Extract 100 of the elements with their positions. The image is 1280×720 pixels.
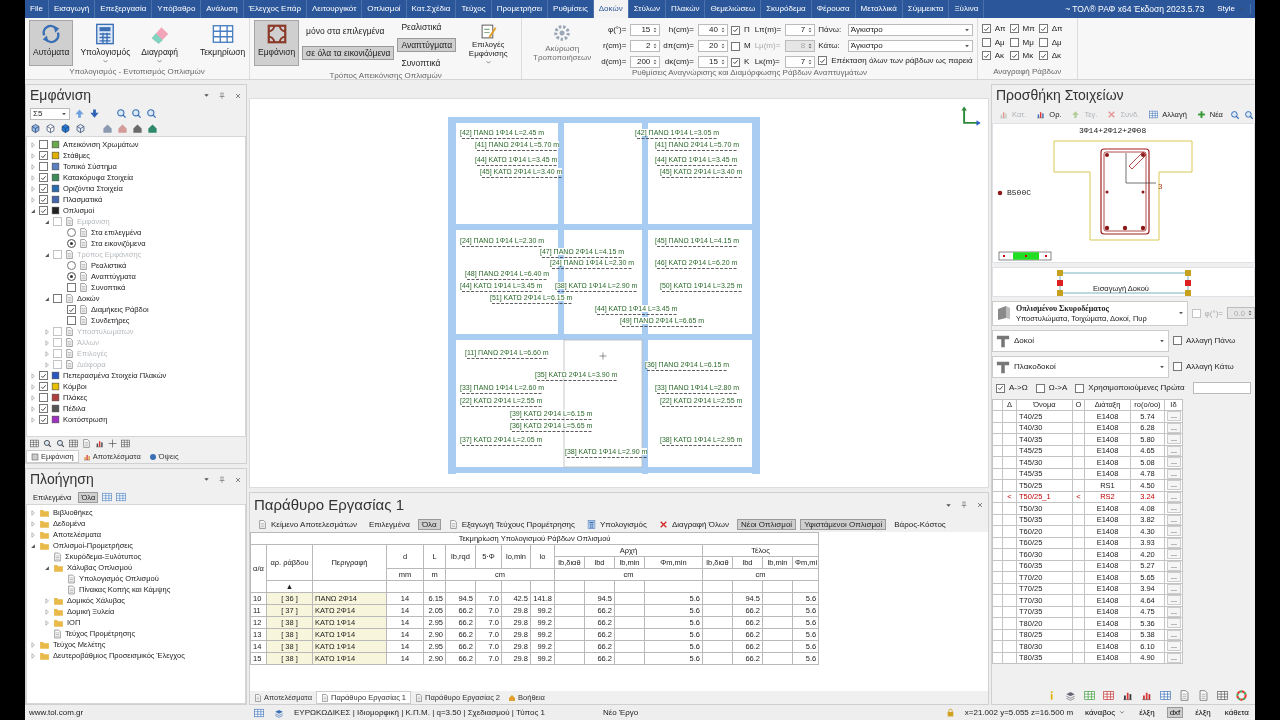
- house-icon[interactable]: [102, 123, 113, 134]
- cube-icon[interactable]: [30, 123, 41, 134]
- ribbon-button[interactable]: Διαγραφή: [137, 20, 183, 66]
- checkbox[interactable]: [981, 37, 991, 47]
- ribbon-button[interactable]: Τεκμηρίωση: [196, 20, 250, 66]
- checkbox[interactable]: [39, 140, 48, 149]
- checkbox[interactable]: [53, 294, 62, 303]
- document-icon[interactable]: [82, 439, 91, 448]
- checkbox[interactable]: [67, 316, 76, 325]
- zoom-icon[interactable]: [1229, 109, 1240, 120]
- checkbox[interactable]: [818, 56, 828, 66]
- pin-icon[interactable]: [218, 91, 226, 100]
- checkbox[interactable]: [1009, 51, 1019, 61]
- website-link[interactable]: www.tol.com.gr: [29, 707, 244, 718]
- checkbox[interactable]: [39, 184, 48, 193]
- document-icon[interactable]: [1179, 689, 1190, 701]
- pin-icon[interactable]: [218, 475, 226, 484]
- toolbar-button[interactable]: Επιλεγμένα: [364, 518, 414, 531]
- number-field[interactable]: 15: [697, 56, 728, 68]
- checkbox[interactable]: [39, 393, 48, 402]
- house-icon[interactable]: [132, 123, 143, 134]
- checkbox[interactable]: [67, 305, 76, 314]
- layers-icon[interactable]: [274, 707, 284, 718]
- checkbox[interactable]: [39, 173, 48, 182]
- color-wheel-icon[interactable]: [1236, 689, 1247, 701]
- table-icon[interactable]: [1103, 689, 1114, 701]
- layers-icon[interactable]: [1065, 689, 1076, 701]
- options-button[interactable]: Επιλογές Εμφάνισης: [459, 20, 518, 66]
- toolbar-button[interactable]: Κείμενο Αποτελεσμάτων: [254, 518, 361, 531]
- level-select[interactable]: Σ5: [30, 107, 70, 120]
- number-field[interactable]: 200: [630, 56, 661, 68]
- toolbar-button[interactable]: Βάρος-Κόστος: [890, 518, 950, 531]
- dropdown-icon[interactable]: [203, 476, 210, 483]
- table-icon[interactable]: [1160, 689, 1171, 701]
- close-icon[interactable]: [234, 91, 242, 100]
- dropdown-icon[interactable]: [203, 92, 210, 99]
- mode-option[interactable]: Συνοπτικά: [397, 56, 457, 71]
- zoom-icon[interactable]: [56, 439, 65, 448]
- toolbar-button[interactable]: Διαγραφή Όλων: [654, 518, 734, 531]
- mode-option[interactable]: Αναπτύγματα: [397, 38, 457, 53]
- type-select[interactable]: Πλακοδοκοί: [992, 355, 1169, 378]
- number-field[interactable]: 7: [785, 56, 816, 68]
- style-menu[interactable]: Style: [1212, 4, 1251, 14]
- toolbar-button[interactable]: Εξαγωγή Τεύχους Προμέτρησης: [444, 518, 579, 531]
- toolbar-button[interactable]: Υφιστάμενοι Οπλισμοί: [800, 518, 887, 531]
- checkbox[interactable]: [39, 371, 48, 380]
- zoom-icon[interactable]: [146, 108, 157, 119]
- checkbox[interactable]: [1075, 383, 1085, 393]
- checkbox[interactable]: [1038, 51, 1048, 61]
- zoom-icon[interactable]: [116, 108, 127, 119]
- close-icon[interactable]: [234, 475, 242, 484]
- expander-icon[interactable]: [30, 207, 36, 214]
- type-select[interactable]: Δοκοί: [992, 329, 1169, 352]
- checkbox[interactable]: [39, 151, 48, 160]
- table-icon[interactable]: [1217, 689, 1228, 701]
- ribbon-tab[interactable]: Δοκών: [593, 0, 629, 18]
- hook-select[interactable]: Άγκιστρο: [847, 40, 973, 52]
- hook-select[interactable]: Άγκιστρο: [847, 24, 973, 36]
- checkbox[interactable]: [1038, 24, 1048, 34]
- toolbar-button[interactable]: Νέοι Οπλισμοί: [737, 518, 797, 531]
- status-toggle[interactable]: έλξη: [1137, 707, 1157, 718]
- table-icon[interactable]: [30, 439, 39, 448]
- checkbox[interactable]: [39, 415, 48, 424]
- pin-icon[interactable]: [960, 501, 968, 509]
- cube-icon[interactable]: [75, 123, 86, 134]
- expander-icon[interactable]: [44, 295, 50, 302]
- checkbox[interactable]: [1173, 362, 1182, 372]
- number-field[interactable]: 40: [697, 24, 728, 36]
- status-toggle[interactable]: κάναβος: [1083, 707, 1128, 718]
- house-icon[interactable]: [147, 123, 158, 134]
- arrow-up-icon[interactable]: [74, 108, 85, 119]
- zoom-icon[interactable]: [1243, 109, 1254, 120]
- arrow-down-icon[interactable]: [89, 108, 100, 119]
- table-icon[interactable]: [121, 439, 130, 448]
- checkbox[interactable]: [1038, 37, 1048, 47]
- checkbox[interactable]: [1035, 383, 1045, 393]
- table-icon[interactable]: [69, 439, 78, 448]
- checkbox[interactable]: [39, 404, 48, 413]
- cube-icon[interactable]: [60, 123, 71, 134]
- number-field[interactable]: 15: [630, 24, 661, 36]
- toolbar-button[interactable]: Υπολογισμός: [582, 518, 651, 531]
- expander-icon[interactable]: [30, 542, 36, 549]
- table-icon[interactable]: [1084, 689, 1095, 701]
- window-icon[interactable]: [116, 492, 127, 502]
- grid-icon[interactable]: [254, 707, 264, 718]
- expander-icon[interactable]: [44, 564, 50, 571]
- checkbox[interactable]: [39, 206, 48, 215]
- document-icon[interactable]: [1198, 689, 1209, 701]
- scope-option[interactable]: σε όλα τα εικονιζόμενα: [302, 46, 395, 61]
- number-field[interactable]: 7: [785, 24, 816, 36]
- ribbon-button[interactable]: Αυτόματα: [29, 20, 74, 66]
- checkbox[interactable]: [981, 24, 991, 34]
- window-icon[interactable]: [102, 492, 113, 502]
- checkbox[interactable]: [730, 25, 740, 35]
- crosshair-icon[interactable]: [108, 439, 117, 448]
- checkbox[interactable]: [39, 162, 48, 171]
- checkbox[interactable]: [1009, 24, 1019, 34]
- zoom-icon[interactable]: [131, 108, 142, 119]
- status-toggle[interactable]: κάθετα: [1222, 707, 1251, 718]
- checkbox[interactable]: [1173, 336, 1182, 346]
